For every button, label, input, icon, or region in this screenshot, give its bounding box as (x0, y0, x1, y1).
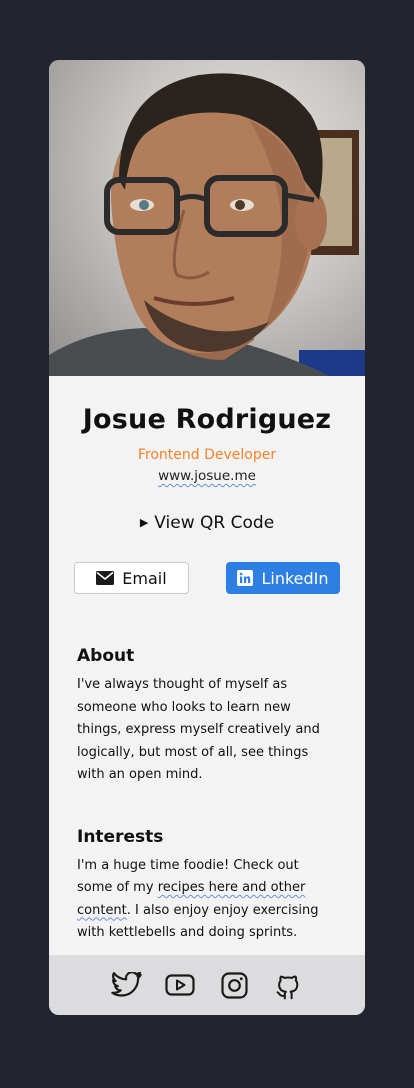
email-button[interactable]: Email (74, 562, 189, 594)
qr-label: View QR Code (154, 513, 275, 533)
contact-buttons: Email LinkedIn (49, 562, 365, 596)
social-footer (49, 955, 365, 1015)
youtube-icon[interactable] (165, 970, 196, 1001)
about-heading: About (77, 646, 135, 666)
twitter-icon[interactable] (110, 970, 142, 1001)
linkedin-icon (237, 570, 254, 586)
linkedin-button-label: LinkedIn (261, 568, 329, 588)
profile-role: Frontend Developer (137, 447, 277, 463)
email-button-label: Email (122, 568, 167, 588)
interests-section: Interests I'm a huge time foodie! Check … (49, 827, 365, 945)
website-link[interactable]: www.josue.me (158, 468, 256, 484)
interests-text: I'm a huge time foodie! Check out some o… (77, 855, 337, 945)
envelope-icon (96, 571, 115, 585)
linkedin-button[interactable]: LinkedIn (226, 562, 340, 594)
about-text: I've always thought of myself as someone… (77, 677, 320, 782)
instagram-icon[interactable] (219, 970, 250, 1001)
profile-name: Josue Rodriguez (82, 404, 332, 435)
view-qr-code-toggle[interactable]: ▶ View QR Code (49, 513, 365, 533)
disclosure-triangle-icon: ▶ (139, 516, 149, 529)
github-icon[interactable] (273, 970, 304, 1001)
profile-photo (49, 60, 365, 376)
interests-heading: Interests (77, 826, 164, 847)
about-section: About I've always thought of myself as s… (49, 646, 365, 787)
profile-card: Josue Rodriguez Frontend Developer www.j… (49, 60, 365, 1015)
profile-info: Josue Rodriguez Frontend Developer www.j… (49, 376, 365, 596)
